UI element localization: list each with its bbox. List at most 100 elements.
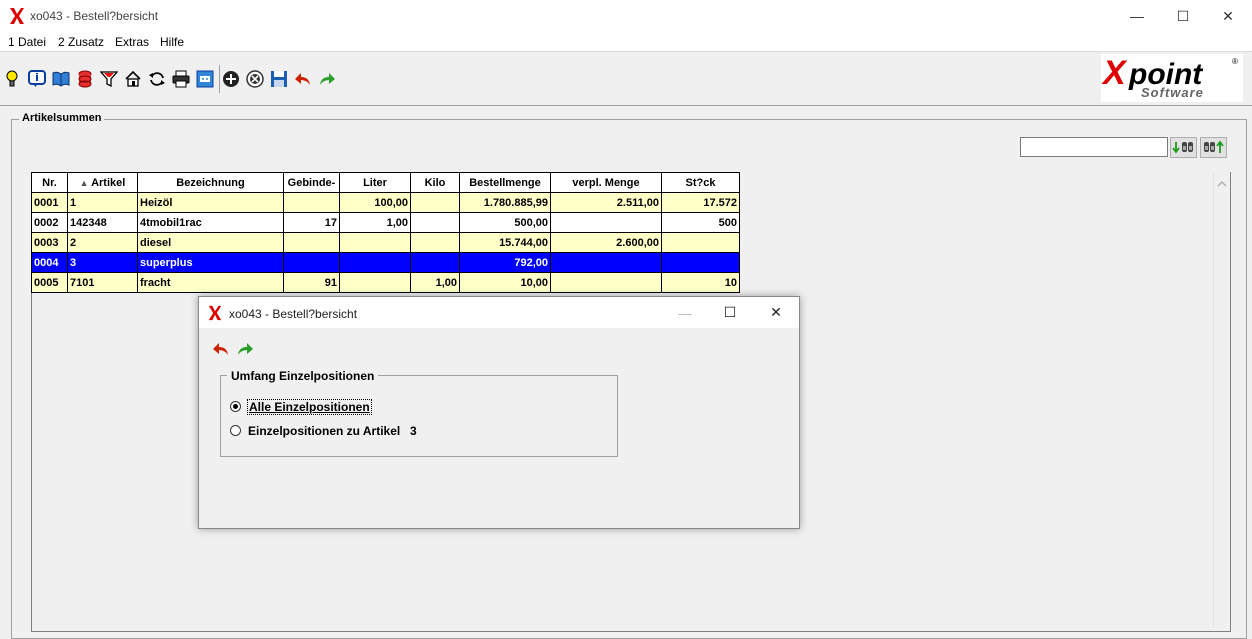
cell-kilo[interactable] <box>410 212 460 233</box>
filter-icon[interactable] <box>99 69 119 89</box>
home-icon[interactable] <box>123 69 143 89</box>
xpoint-app-icon <box>10 8 24 24</box>
menu-hilfe[interactable]: Hilfe <box>160 35 184 49</box>
cell-bez[interactable]: diesel <box>137 232 284 253</box>
add-icon[interactable] <box>221 69 241 89</box>
search-input[interactable] <box>1020 137 1168 157</box>
table-row[interactable]: 0005 7101 fracht 91 1,00 10,00 10 <box>31 272 740 293</box>
cell-gebinde[interactable] <box>283 252 340 273</box>
dialog-maximize-button[interactable]: ☐ <box>707 297 753 328</box>
cell-artikel[interactable]: 1 <box>67 192 138 213</box>
cell-kilo[interactable]: 1,00 <box>410 272 460 293</box>
undo-icon[interactable] <box>293 69 313 89</box>
col-kilo[interactable]: Kilo <box>410 172 460 193</box>
svg-text:Software: Software <box>1141 85 1204 100</box>
cell-verpl[interactable]: 2.600,00 <box>550 232 662 253</box>
cell-bestell[interactable]: 15.744,00 <box>459 232 551 253</box>
lightbulb-icon[interactable] <box>2 69 22 89</box>
col-artikel[interactable]: ▲ Artikel <box>67 172 138 193</box>
book-icon[interactable] <box>51 69 71 89</box>
col-bezeichnung[interactable]: Bezeichnung <box>137 172 284 193</box>
cell-stueck[interactable]: 500 <box>661 212 740 233</box>
dialog-minimize-button[interactable]: — <box>662 297 708 328</box>
cell-bestell[interactable]: 10,00 <box>459 272 551 293</box>
cell-gebinde[interactable]: 91 <box>283 272 340 293</box>
radio-button[interactable] <box>230 401 241 412</box>
radio-button[interactable] <box>230 425 241 436</box>
cell-liter[interactable] <box>339 252 411 273</box>
table-row[interactable]: 0004 3 superplus 792,00 <box>31 252 740 273</box>
cell-artikel[interactable]: 2 <box>67 232 138 253</box>
refresh-icon[interactable] <box>147 69 167 89</box>
minimize-button[interactable]: — <box>1114 0 1160 32</box>
cell-bez[interactable]: Heizöl <box>137 192 284 213</box>
cell-bestell[interactable]: 500,00 <box>459 212 551 233</box>
label-alle-einzelpositionen[interactable]: Alle Einzelpositionen <box>247 399 372 415</box>
redo-icon[interactable] <box>317 69 337 89</box>
table-row[interactable]: 0003 2 diesel 15.744,00 2.600,00 <box>31 232 740 253</box>
find-previous-button[interactable] <box>1200 137 1227 158</box>
cell-liter[interactable] <box>339 272 411 293</box>
cell-bez[interactable]: superplus <box>137 252 284 273</box>
cell-verpl[interactable] <box>550 212 662 233</box>
cell-bestell[interactable]: 1.780.885,99 <box>459 192 551 213</box>
dialog-close-button[interactable]: ✕ <box>753 297 799 328</box>
cell-stueck[interactable]: 17.572 <box>661 192 740 213</box>
cell-bez[interactable]: 4tmobil1rac <box>137 212 284 233</box>
table-row[interactable]: 0001 1 Heizöl 100,00 1.780.885,99 2.511,00 17.… <box>31 192 740 213</box>
cell-nr[interactable]: 0002 <box>31 212 68 233</box>
maximize-button[interactable]: ☐ <box>1160 0 1206 32</box>
cell-kilo[interactable] <box>410 192 460 213</box>
cell-nr[interactable]: 0004 <box>31 252 68 273</box>
cell-verpl[interactable] <box>550 252 662 273</box>
cell-verpl[interactable] <box>550 272 662 293</box>
col-verpl-menge[interactable]: verpl. Menge <box>550 172 662 193</box>
cell-bez[interactable]: fracht <box>137 272 284 293</box>
cell-nr[interactable]: 0001 <box>31 192 68 213</box>
table-row[interactable]: 0002 142348 4tmobil1rac 17 1,00 500,00 500 <box>31 212 740 233</box>
col-gebinde[interactable]: Gebinde- <box>283 172 340 193</box>
cell-nr[interactable]: 0003 <box>31 232 68 253</box>
menu-zusatz[interactable]: 2 Zusatz <box>58 35 104 49</box>
cell-stueck[interactable] <box>661 252 740 273</box>
artikel-table: Nr. ▲ Artikel Bezeichnung Gebinde- Liter… <box>31 172 740 293</box>
database-icon[interactable] <box>75 69 95 89</box>
cell-liter[interactable]: 100,00 <box>339 192 411 213</box>
cell-gebinde[interactable] <box>283 232 340 253</box>
cell-artikel[interactable]: 3 <box>67 252 138 273</box>
cell-gebinde[interactable]: 17 <box>283 212 340 233</box>
window-icon[interactable] <box>195 69 215 89</box>
cell-nr[interactable]: 0005 <box>31 272 68 293</box>
menu-datei[interactable]: 1 Datei <box>8 35 46 49</box>
info-icon[interactable] <box>27 69 47 89</box>
cell-stueck[interactable] <box>661 232 740 253</box>
cell-verpl[interactable]: 2.511,00 <box>550 192 662 213</box>
table-header: Nr. ▲ Artikel Bezeichnung Gebinde- Liter… <box>31 172 740 193</box>
cell-kilo[interactable] <box>410 252 460 273</box>
dialog-redo-icon[interactable] <box>236 341 256 359</box>
print-icon[interactable] <box>171 69 191 89</box>
col-bestellmenge[interactable]: Bestellmenge <box>459 172 551 193</box>
close-button[interactable]: ✕ <box>1205 0 1251 32</box>
cell-liter[interactable]: 1,00 <box>339 212 411 233</box>
cell-kilo[interactable] <box>410 232 460 253</box>
cell-liter[interactable] <box>339 232 411 253</box>
menu-extras[interactable]: Extras <box>115 35 149 49</box>
umfang-group-title: Umfang Einzelpositionen <box>227 369 379 383</box>
col-stueck[interactable]: St?ck <box>661 172 740 193</box>
cell-artikel[interactable]: 7101 <box>67 272 138 293</box>
vertical-scrollbar[interactable] <box>1213 174 1230 626</box>
label-einzelpositionen-zu-artikel[interactable]: Einzelpositionen zu Artikel <box>248 424 400 438</box>
dialog-undo-icon[interactable] <box>212 341 232 359</box>
col-nr[interactable]: Nr. <box>31 172 68 193</box>
cell-artikel[interactable]: 142348 <box>67 212 138 233</box>
cancel-icon[interactable] <box>245 69 265 89</box>
save-icon[interactable] <box>269 69 289 89</box>
cell-bestell[interactable]: 792,00 <box>459 252 551 273</box>
col-liter[interactable]: Liter <box>339 172 411 193</box>
find-next-button[interactable] <box>1170 137 1197 158</box>
title-bar: xo043 - Bestell?bersicht — ☐ ✕ <box>0 0 1252 32</box>
radio-selected-dot <box>233 404 238 409</box>
cell-stueck[interactable]: 10 <box>661 272 740 293</box>
cell-gebinde[interactable] <box>283 192 340 213</box>
